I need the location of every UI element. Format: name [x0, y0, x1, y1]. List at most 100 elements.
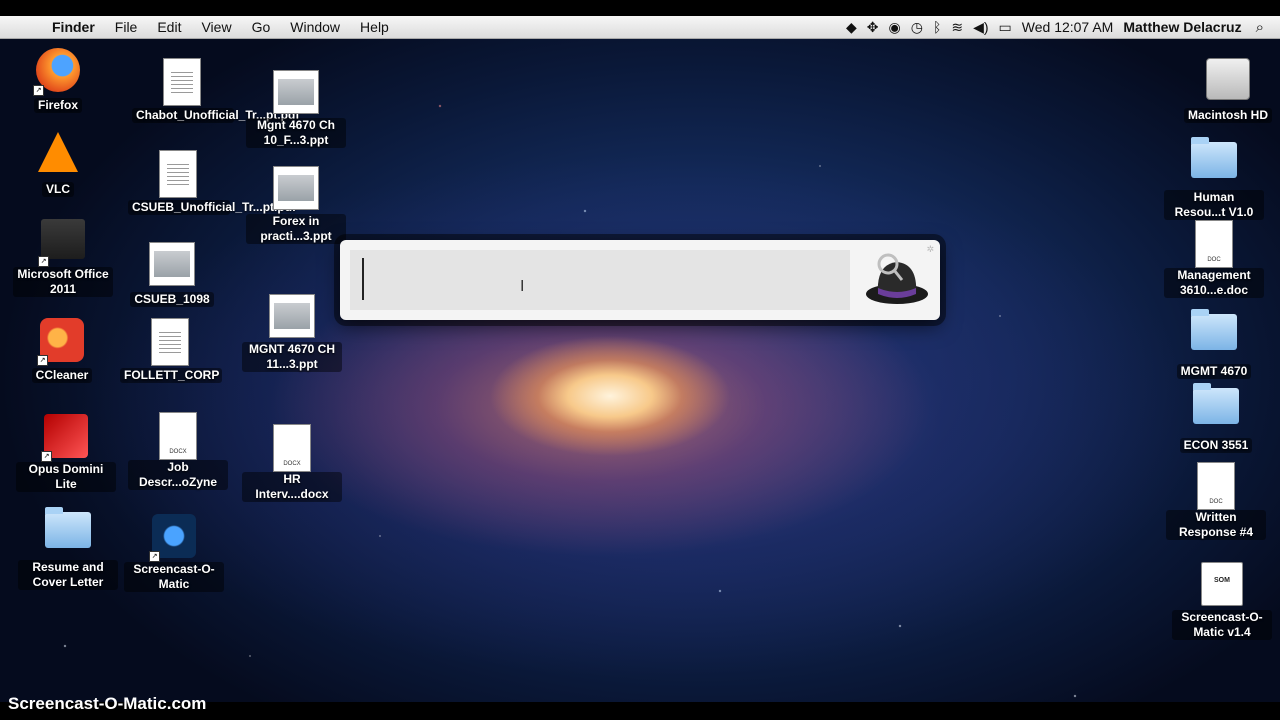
file-type-tag: DOCX	[283, 461, 301, 467]
icon-label: Opus Domini Lite	[16, 462, 116, 492]
desktop-icon-job-description[interactable]: DOCX Job Descr...oZyne	[128, 412, 228, 491]
desktop-icon-resume-folder[interactable]: Resume and Cover Letter	[18, 504, 118, 591]
clock[interactable]: Wed 12:07 AM	[1022, 19, 1114, 35]
alias-arrow-icon: ↗	[33, 85, 44, 96]
file-type-tag: SOM	[1214, 577, 1230, 584]
desktop-icon-follett[interactable]: FOLLETT_CORP	[120, 318, 222, 384]
icon-label: CSUEB_Unofficial_Tr...pt.pdf	[128, 200, 296, 215]
desktop-icon-written-response[interactable]: DOC Written Response #4	[1166, 462, 1266, 541]
ppt-document-icon	[273, 70, 319, 114]
screencast-installer-icon: SOM	[1201, 562, 1243, 606]
menu-finder[interactable]: Finder	[52, 19, 95, 35]
menu-window[interactable]: Window	[290, 19, 340, 35]
file-type-tag: DOC	[1209, 499, 1223, 505]
alias-arrow-icon: ↗	[37, 355, 48, 366]
folder-icon	[1191, 309, 1237, 350]
icon-label: Firefox	[33, 98, 82, 113]
docx-document-icon: DOCX	[273, 424, 311, 472]
icon-label: Management 3610...e.doc	[1164, 268, 1264, 298]
alias-arrow-icon: ↗	[149, 551, 160, 562]
desktop-icon-csueb-unofficial-pdf[interactable]: CSUEB_Unofficial_Tr...pt.pdf	[128, 150, 296, 216]
desktop-icon-mgmt-4670-folder[interactable]: MGMT 4670	[1164, 306, 1264, 380]
letterbox-top	[0, 0, 1280, 16]
icon-label: MGMT 4670	[1176, 364, 1252, 379]
desktop-icon-firefox[interactable]: ↗ Firefox	[8, 48, 108, 114]
alias-arrow-icon: ↗	[41, 451, 52, 462]
alias-arrow-icon: ↗	[38, 256, 49, 267]
alfred-hat-icon[interactable]	[864, 250, 930, 310]
status-area: ◆ ✥ ◉ ◷ ᛒ ≋ ◀) ▭ Wed 12:07 AM Matthew De…	[836, 16, 1280, 38]
bluetooth-icon[interactable]: ᛒ	[933, 19, 941, 35]
alfred-launcher: I ✲	[340, 240, 940, 320]
icon-label: CSUEB_1098	[130, 292, 214, 307]
desktop-icon-management-doc[interactable]: DOC Management 3610...e.doc	[1164, 220, 1264, 299]
pdf-document-icon	[163, 58, 201, 106]
desktop-icon-screencast-o-matic-v14[interactable]: SOM Screencast-O-Matic v1.4	[1172, 560, 1272, 641]
menu-go[interactable]: Go	[252, 19, 271, 35]
ibeam-cursor-icon: I	[520, 278, 525, 295]
folder-icon	[1191, 137, 1237, 178]
desktop-icon-human-resources-folder[interactable]: Human Resou...t V1.0	[1164, 134, 1264, 221]
screencast-watermark: Screencast-O-Matic.com	[8, 694, 207, 713]
menu-view[interactable]: View	[201, 19, 231, 35]
icon-label: Human Resou...t V1.0	[1164, 190, 1264, 220]
icon-label: FOLLETT_CORP	[120, 368, 222, 383]
desktop-icon-mgnt-ch10-ppt[interactable]: Mgnt 4670 Ch 10_F...3.ppt	[246, 68, 346, 149]
menu-help[interactable]: Help	[360, 19, 389, 35]
folder-icon	[1193, 383, 1239, 424]
ppt-document-icon	[273, 166, 319, 210]
desktop-icon-mgnt-ch11-ppt[interactable]: MGNT 4670 CH 11...3.ppt	[242, 292, 342, 373]
wifi-icon[interactable]: ≋	[951, 19, 963, 36]
sync-icon[interactable]: ◉	[889, 19, 901, 36]
pdf-document-icon	[159, 150, 197, 198]
doc-document-icon: DOC	[1195, 220, 1233, 268]
dropbox-icon[interactable]: ✥	[867, 19, 879, 36]
icon-label: ECON 3551	[1179, 438, 1253, 453]
spotlight-search-icon[interactable]: ⌕	[1256, 19, 1264, 36]
desktop-icon-screencast-o-matic[interactable]: ↗ Screencast-O-Matic	[124, 514, 224, 593]
icon-label: Screencast-O-Matic v1.4	[1172, 610, 1272, 640]
desktop-icon-vlc[interactable]: VLC	[8, 130, 108, 198]
desktop-icon-csueb-1098[interactable]: CSUEB_1098	[122, 240, 222, 308]
icon-label: Resume and Cover Letter	[18, 560, 118, 590]
icon-label: HR Interv....docx	[242, 472, 342, 502]
icon-label: Macintosh HD	[1183, 108, 1272, 123]
file-type-tag: DOCX	[169, 449, 187, 455]
desktop-icon-ccleaner[interactable]: ↗ CCleaner	[12, 318, 112, 384]
vlc-cone-icon	[38, 132, 78, 172]
alfred-search-input[interactable]	[350, 250, 850, 310]
office-folder-icon	[41, 219, 85, 259]
icon-label: Written Response #4	[1166, 510, 1266, 540]
menu-edit[interactable]: Edit	[157, 19, 181, 35]
desktop-icon-forex-ppt[interactable]: Forex in practi...3.ppt	[246, 164, 346, 245]
text-caret	[362, 258, 364, 300]
menu-bar: Finder File Edit View Go Window Help ◆ ✥…	[0, 16, 1280, 39]
alfred-hat-status-icon[interactable]: ◆	[846, 19, 857, 36]
icon-label: Microsoft Office 2011	[13, 267, 113, 297]
menu-file[interactable]: File	[115, 19, 138, 35]
icon-label: Chabot_Unofficial_Tr...pt.pdf	[132, 108, 299, 123]
document-preview-icon	[149, 242, 195, 286]
user-name[interactable]: Matthew Delacruz	[1123, 19, 1241, 35]
doc-document-icon: DOC	[1197, 462, 1235, 510]
time-machine-icon[interactable]: ◷	[911, 19, 923, 36]
desktop-icon-econ-3551-folder[interactable]: ECON 3551	[1166, 380, 1266, 454]
file-type-tag: DOC	[1207, 257, 1221, 263]
icon-label: VLC	[42, 182, 74, 197]
volume-icon[interactable]: ◀)	[973, 19, 988, 36]
desktop-icon-microsoft-office[interactable]: ↗ Microsoft Office 2011	[13, 216, 113, 298]
battery-icon[interactable]: ▭	[999, 19, 1012, 36]
icon-label: Forex in practi...3.ppt	[246, 214, 346, 244]
icon-label: CCleaner	[31, 368, 93, 383]
desktop-icon-opus-domini[interactable]: ↗ Opus Domini Lite	[16, 414, 116, 493]
icon-label: Job Descr...oZyne	[128, 460, 228, 490]
ppt-document-icon	[269, 294, 315, 338]
desktop-icon-hr-interview-docx[interactable]: DOCX HR Interv....docx	[242, 424, 342, 503]
icon-label: Mgnt 4670 Ch 10_F...3.ppt	[246, 118, 346, 148]
desktop-icon-macintosh-hd[interactable]: Macintosh HD	[1178, 56, 1278, 124]
settings-gear-icon[interactable]: ✲	[926, 244, 934, 255]
desktop-icon-chabot-pdf[interactable]: Chabot_Unofficial_Tr...pt.pdf	[132, 58, 299, 124]
icon-label: Screencast-O-Matic	[124, 562, 224, 592]
docx-document-icon: DOCX	[159, 412, 197, 460]
icon-label: MGNT 4670 CH 11...3.ppt	[242, 342, 342, 372]
